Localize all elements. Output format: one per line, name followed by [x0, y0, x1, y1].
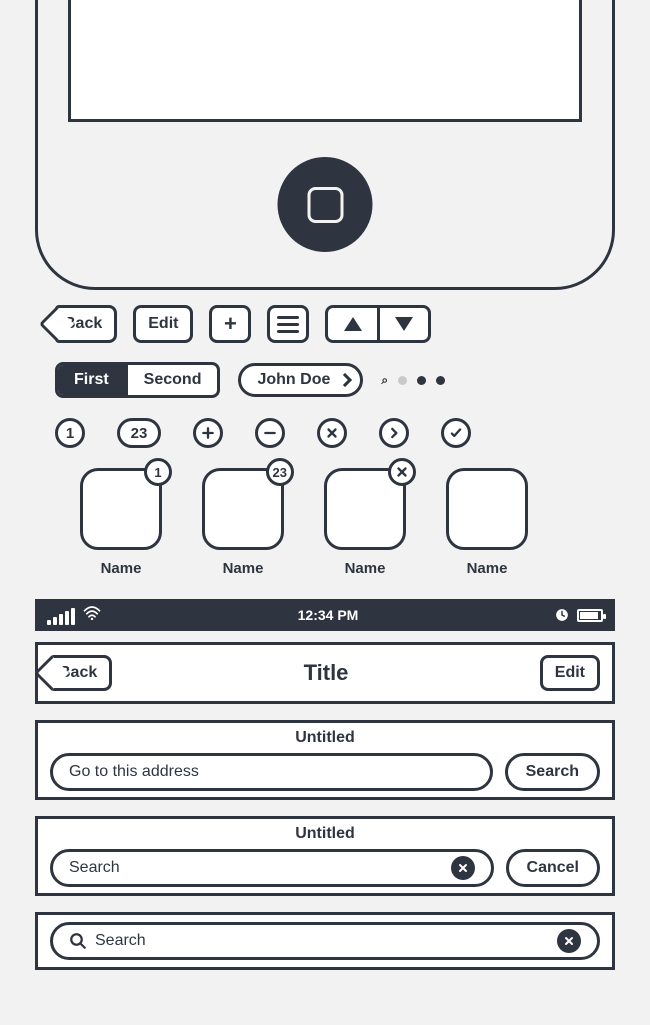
segment-first[interactable]: First	[58, 365, 125, 395]
search-input[interactable]: Search	[50, 849, 494, 887]
status-time: 12:34 PM	[298, 607, 359, 623]
app-badge-label: 23	[273, 465, 287, 480]
home-button-square-icon	[307, 187, 343, 223]
segment-first-label: First	[74, 371, 109, 388]
badge-23-icon[interactable]: 23	[117, 418, 161, 448]
app-tile	[446, 468, 528, 550]
segment-second[interactable]: Second	[125, 365, 218, 395]
nav-back-label: Back	[59, 664, 97, 682]
hamburger-icon	[277, 316, 299, 333]
search-panel-title: Untitled	[50, 825, 600, 843]
nav-edit-button[interactable]: Edit	[540, 655, 600, 691]
status-left	[47, 606, 101, 625]
segmented-control: First Second	[55, 362, 220, 398]
page-dots: ⌕	[381, 373, 445, 388]
segmented-row: First Second John Doe ⌕	[55, 362, 445, 398]
close-circle-icon[interactable]	[317, 418, 347, 448]
app-label: Name	[345, 560, 386, 577]
navigation-bar: Back Title Edit	[35, 642, 615, 704]
wifi-icon	[83, 606, 101, 625]
check-circle-icon[interactable]	[441, 418, 471, 448]
nav-title: Title	[304, 660, 349, 686]
search-icon	[69, 932, 87, 950]
app-icon-item[interactable]: Name	[324, 468, 406, 577]
contact-chip-label: John Doe	[257, 371, 330, 389]
plus-circle-icon[interactable]	[193, 418, 223, 448]
address-input[interactable]: Go to this address	[50, 753, 493, 791]
page-dot[interactable]	[417, 376, 426, 385]
nav-edit-label: Edit	[555, 664, 585, 682]
app-close-badge[interactable]	[388, 458, 416, 486]
simple-search-panel: Search	[35, 912, 615, 970]
menu-button[interactable]	[267, 305, 309, 343]
app-icon-item[interactable]: Name	[446, 468, 528, 577]
status-bar: 12:34 PM	[35, 599, 615, 631]
segment-second-label: Second	[144, 371, 202, 388]
back-button[interactable]: Back	[55, 305, 117, 343]
battery-icon	[577, 609, 603, 622]
app-badge: 1	[144, 458, 172, 486]
address-bar-panel: Untitled Go to this address Search	[35, 720, 615, 800]
search-input-placeholder: Search	[69, 859, 120, 877]
badge-1-icon[interactable]: 1	[55, 418, 85, 448]
edit-button-label: Edit	[148, 315, 178, 333]
phone-frame	[35, 0, 615, 290]
contact-chip[interactable]: John Doe	[238, 363, 363, 397]
simple-clear-button[interactable]	[557, 929, 581, 953]
search-dot-icon[interactable]: ⌕	[381, 373, 388, 388]
page-dot[interactable]	[436, 376, 445, 385]
triangle-down-icon	[395, 317, 413, 331]
search-bar-panel: Untitled Search Cancel	[35, 816, 615, 896]
app-badge-label: 1	[154, 465, 161, 480]
minus-circle-icon[interactable]	[255, 418, 285, 448]
plus-icon: +	[224, 311, 237, 337]
circle-icons-row: 1 23	[55, 418, 471, 448]
triangle-up-icon	[344, 317, 362, 331]
simple-search-input[interactable]: Search	[50, 922, 600, 960]
cancel-button[interactable]: Cancel	[506, 849, 600, 887]
phone-screen	[68, 0, 582, 122]
app-label: Name	[223, 560, 264, 577]
app-label: Name	[101, 560, 142, 577]
signal-icon	[47, 608, 75, 625]
app-icon-item[interactable]: 23 Name	[202, 468, 284, 577]
address-panel-title: Untitled	[50, 729, 600, 747]
step-up-button[interactable]	[328, 308, 380, 340]
add-button[interactable]: +	[209, 305, 251, 343]
badge-1-label: 1	[66, 425, 74, 442]
cancel-button-label: Cancel	[527, 859, 579, 877]
clock-icon	[555, 608, 569, 622]
chevron-circle-icon[interactable]	[379, 418, 409, 448]
stepper-up-down	[325, 305, 431, 343]
app-badge: 23	[266, 458, 294, 486]
status-right	[555, 608, 603, 622]
close-icon	[457, 862, 469, 874]
address-input-placeholder: Go to this address	[69, 763, 199, 781]
app-icons-row: 1 Name 23 Name Name Name	[80, 468, 528, 577]
address-search-button[interactable]: Search	[505, 753, 600, 791]
chevron-right-icon	[338, 373, 352, 387]
home-button[interactable]	[278, 157, 373, 252]
app-label: Name	[467, 560, 508, 577]
address-search-label: Search	[526, 763, 579, 781]
clear-button[interactable]	[451, 856, 475, 880]
simple-search-placeholder: Search	[95, 932, 146, 950]
nav-back-button[interactable]: Back	[50, 655, 112, 691]
page-dot[interactable]	[398, 376, 407, 385]
badge-23-label: 23	[131, 425, 148, 442]
toolbar-row: Back Edit +	[55, 305, 431, 343]
close-icon	[563, 935, 575, 947]
app-icon-item[interactable]: 1 Name	[80, 468, 162, 577]
edit-button[interactable]: Edit	[133, 305, 193, 343]
back-button-label: Back	[64, 315, 102, 333]
step-down-button[interactable]	[380, 308, 429, 340]
